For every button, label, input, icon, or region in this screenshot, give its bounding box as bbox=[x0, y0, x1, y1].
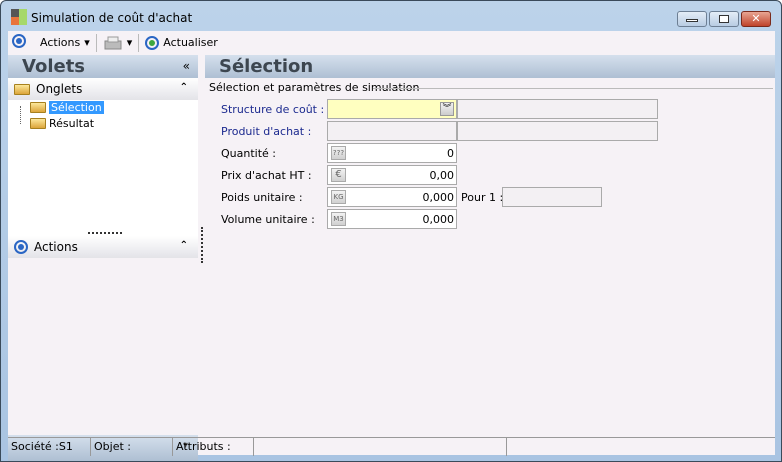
maximize-button[interactable] bbox=[709, 11, 739, 27]
caret-down-icon: ▾ bbox=[84, 36, 90, 49]
produit-achat-description bbox=[457, 121, 658, 141]
status-objet: Objet : bbox=[91, 438, 173, 456]
pour-label: Pour 1 : bbox=[461, 191, 504, 204]
chevron-up-icon[interactable]: ⌃ bbox=[180, 82, 188, 93]
prix-achat-input[interactable]: €0,00 bbox=[327, 165, 457, 185]
prix-label: Prix d'achat HT : bbox=[221, 169, 312, 182]
main-panel: Sélection Sélection et paramètres de sim… bbox=[205, 55, 775, 437]
actions-label: Actions bbox=[40, 36, 81, 49]
actions-section-label: Actions bbox=[34, 240, 78, 254]
app-icon bbox=[11, 9, 27, 25]
printer-icon bbox=[104, 36, 122, 49]
structure-cout-description bbox=[457, 99, 658, 119]
poids-value: 0,000 bbox=[422, 191, 455, 204]
target-icon bbox=[14, 240, 28, 254]
client-area: Actions ▾ ▾ Actualiser Volets « Onglets ⌃ S… bbox=[8, 31, 775, 461]
selection-header: Sélection bbox=[205, 55, 775, 78]
folder-icon bbox=[14, 83, 30, 95]
vertical-splitter[interactable] bbox=[201, 227, 203, 263]
refresh-label: Actualiser bbox=[163, 36, 218, 49]
chevron-up-icon[interactable]: ⌃ bbox=[180, 240, 188, 251]
toolbar: Actions ▾ ▾ Actualiser bbox=[8, 31, 775, 54]
poids-unitaire-input[interactable]: KG 0,000 bbox=[327, 187, 457, 207]
prix-value: 0,00 bbox=[429, 169, 455, 182]
group-divider bbox=[373, 88, 773, 89]
close-button[interactable]: ✕ bbox=[741, 11, 771, 27]
open-folder-icon bbox=[30, 102, 46, 113]
caret-down-icon: ▾ bbox=[126, 36, 133, 49]
tree-item-selection[interactable]: Sélection bbox=[30, 101, 104, 114]
status-attributs: Attributs : bbox=[173, 438, 254, 456]
tree-item-label: Sélection bbox=[49, 101, 104, 114]
chevron-double-down-icon[interactable]: ︾ bbox=[440, 102, 454, 116]
quantite-input[interactable]: ??? 0 bbox=[327, 143, 457, 163]
side-panel: Volets « Onglets ⌃ Sélection Résultat Acti… bbox=[8, 55, 198, 461]
volume-label: Volume unitaire : bbox=[221, 213, 315, 226]
target-icon bbox=[12, 34, 26, 51]
actions-menu[interactable]: Actions ▾ bbox=[40, 36, 90, 49]
quantite-label: Quantité : bbox=[221, 147, 276, 160]
volume-value: 0,000 bbox=[422, 213, 455, 226]
volets-title: Volets bbox=[22, 56, 86, 77]
status-empty-2 bbox=[507, 438, 775, 456]
separator bbox=[95, 33, 97, 52]
folder-icon bbox=[30, 118, 46, 129]
refresh-icon bbox=[145, 35, 160, 50]
quantite-value: 0 bbox=[447, 147, 454, 160]
print-button[interactable]: ▾ bbox=[103, 36, 133, 50]
actions-section[interactable]: Actions ⌃ bbox=[8, 236, 198, 258]
collapse-button[interactable]: « bbox=[183, 59, 190, 73]
onglets-section[interactable]: Onglets ⌃ bbox=[8, 78, 198, 100]
status-bar: Société :S1 Objet : Attributs : bbox=[8, 437, 775, 456]
quantity-icon: ??? bbox=[331, 146, 346, 160]
kg-icon: KG bbox=[331, 190, 346, 204]
page-title: Sélection bbox=[219, 56, 314, 77]
volume-unitaire-input[interactable]: M3 0,000 bbox=[327, 209, 457, 229]
structure-cout-input[interactable]: ︾ bbox=[327, 99, 457, 119]
produit-achat-input[interactable] bbox=[327, 121, 457, 141]
structure-label: Structure de coût : bbox=[221, 103, 325, 116]
status-empty-1 bbox=[254, 438, 507, 456]
tabs-tree: Sélection Résultat bbox=[8, 100, 198, 236]
window: Simulation de coût d'achat ✕ Actions ▾ ▾ … bbox=[0, 0, 782, 462]
tree-item-resultat[interactable]: Résultat bbox=[30, 117, 94, 130]
minimize-button[interactable] bbox=[677, 11, 707, 27]
splitter-handle[interactable] bbox=[88, 232, 122, 234]
produit-label: Produit d'achat : bbox=[221, 125, 312, 138]
refresh-button[interactable]: Actualiser bbox=[145, 35, 218, 50]
tree-item-label: Résultat bbox=[49, 117, 95, 130]
status-societe: Société :S1 bbox=[8, 438, 91, 456]
poids-label: Poids unitaire : bbox=[221, 191, 303, 204]
window-title: Simulation de coût d'achat bbox=[31, 11, 193, 25]
separator bbox=[138, 33, 140, 52]
euro-icon: € bbox=[331, 168, 346, 182]
m3-icon: M3 bbox=[331, 212, 346, 226]
onglets-label: Onglets bbox=[36, 82, 83, 96]
volets-header: Volets « bbox=[8, 55, 198, 78]
pour-input[interactable] bbox=[502, 187, 602, 207]
